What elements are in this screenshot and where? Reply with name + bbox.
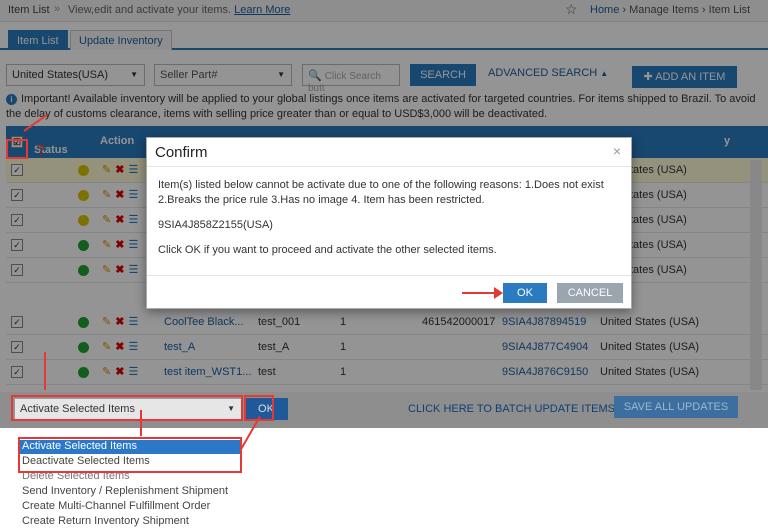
dropdown-item-send-inventory[interactable]: Send Inventory / Replenishment Shipment	[22, 485, 228, 497]
annotation-box-dropdown	[18, 437, 242, 473]
annotation-box-bulk-select	[11, 395, 243, 421]
dialog-title: Confirm	[155, 144, 208, 161]
annotation-arrowhead	[494, 287, 503, 299]
annotation-arrow	[462, 292, 498, 294]
close-icon[interactable]: ×	[613, 143, 621, 159]
confirm-dialog: Confirm × Item(s) listed below cannot be…	[146, 137, 632, 309]
cancel-button[interactable]: CANCEL	[557, 283, 623, 303]
dialog-instruction: Click OK if you want to proceed and acti…	[158, 244, 497, 256]
dialog-message: Item(s) listed below cannot be activate …	[158, 179, 604, 206]
app-root: Item List » View,edit and activate your …	[0, 0, 768, 532]
annotation-arrow	[140, 410, 142, 436]
annotation-arrow	[44, 352, 46, 390]
ok-button[interactable]: OK	[503, 283, 547, 303]
save-all-button[interactable]: SAVE ALL UPDATES	[614, 396, 738, 418]
divider	[147, 166, 631, 167]
annotation-box-select-all	[6, 139, 28, 159]
dropdown-item-return-shipment[interactable]: Create Return Inventory Shipment	[22, 515, 189, 527]
batch-update-link[interactable]: CLICK HERE TO BATCH UPDATE ITEMS	[408, 403, 615, 415]
dropdown-item-mcf-order[interactable]: Create Multi-Channel Fulfillment Order	[22, 500, 210, 512]
divider	[147, 275, 631, 276]
dialog-body: Item(s) listed below cannot be activate …	[158, 178, 618, 268]
dialog-item: 9SIA4J858Z2155(USA)	[158, 219, 273, 231]
